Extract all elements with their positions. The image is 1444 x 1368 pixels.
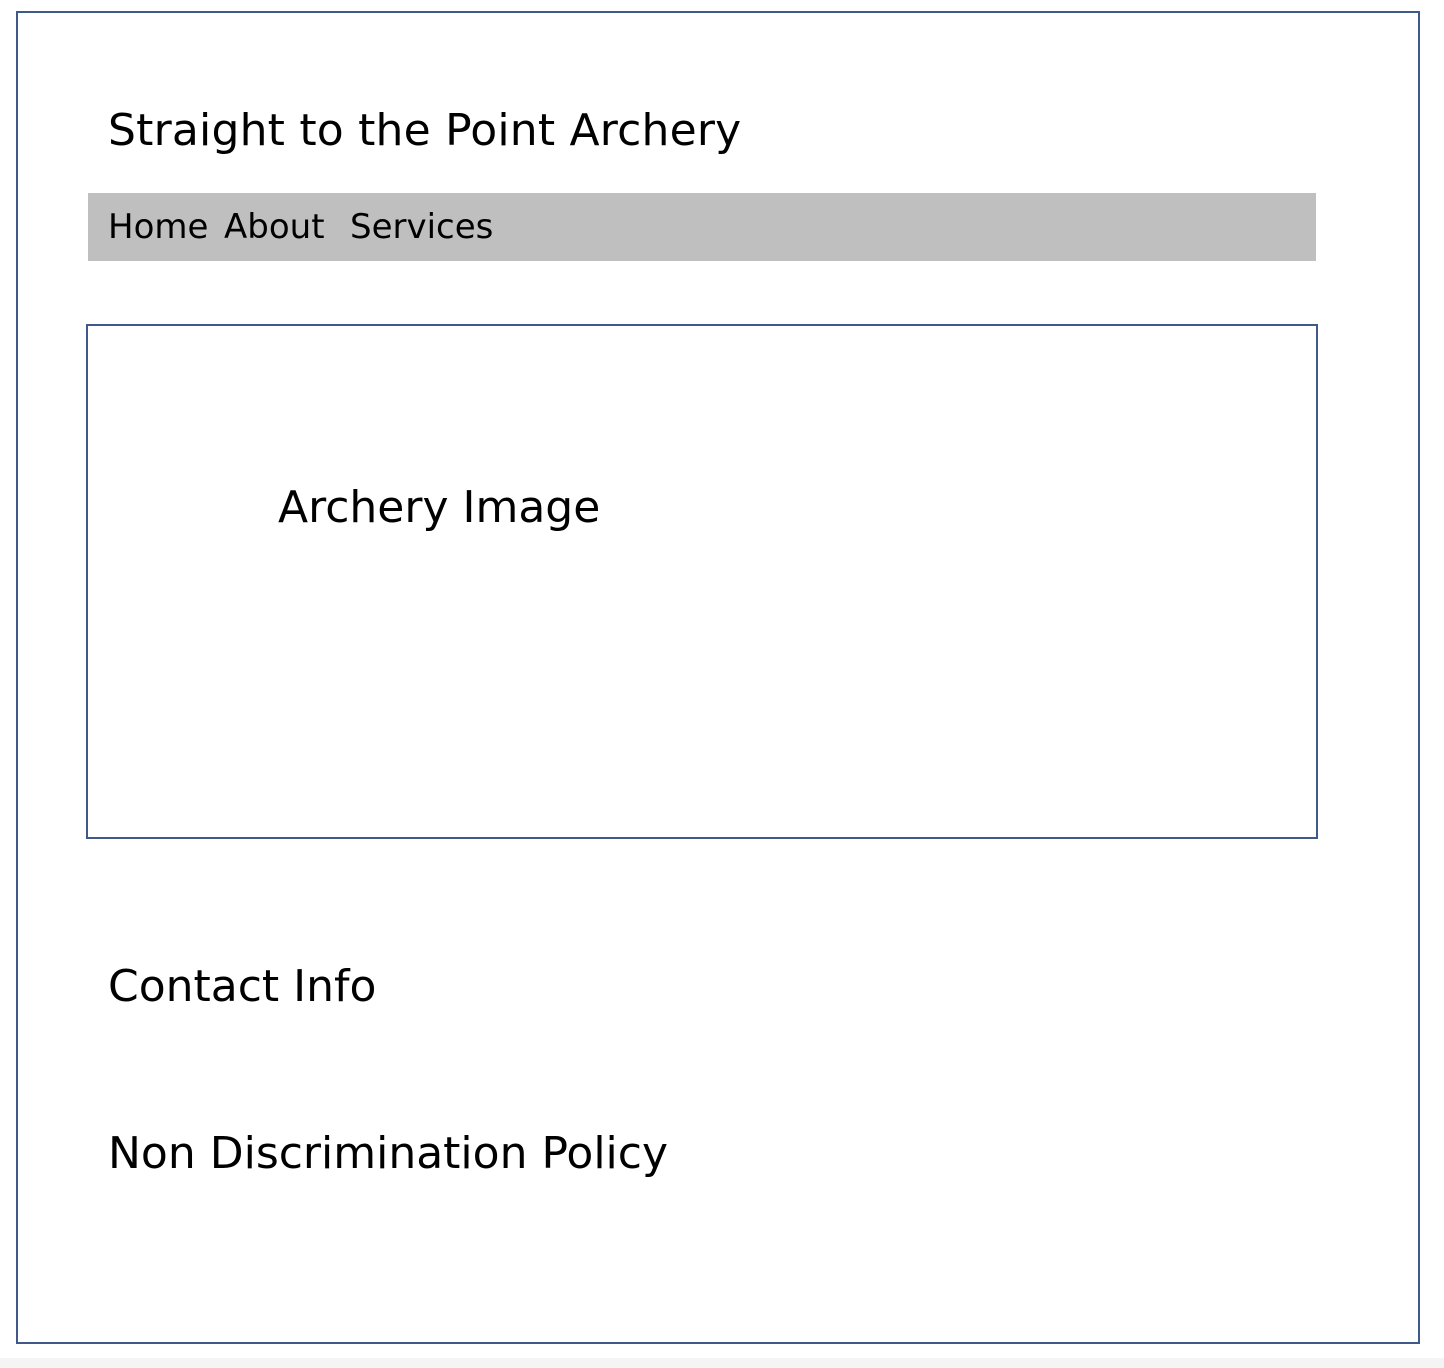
contact-info-section: Contact Info [108,961,377,1012]
nav-item-services[interactable]: Services [350,207,493,247]
bottom-edge-strip [0,1358,1444,1368]
nav-item-about[interactable]: About [224,207,325,247]
page-wireframe-frame: Straight to the Point Archery Home About… [16,11,1420,1344]
archery-image-placeholder: Archery Image [86,324,1318,839]
site-title: Straight to the Point Archery [108,105,742,156]
navigation-bar: Home About Services [88,193,1316,261]
nav-item-home[interactable]: Home [108,207,208,247]
image-placeholder-label: Archery Image [278,482,601,533]
non-discrimination-policy-section: Non Discrimination Policy [108,1128,669,1179]
